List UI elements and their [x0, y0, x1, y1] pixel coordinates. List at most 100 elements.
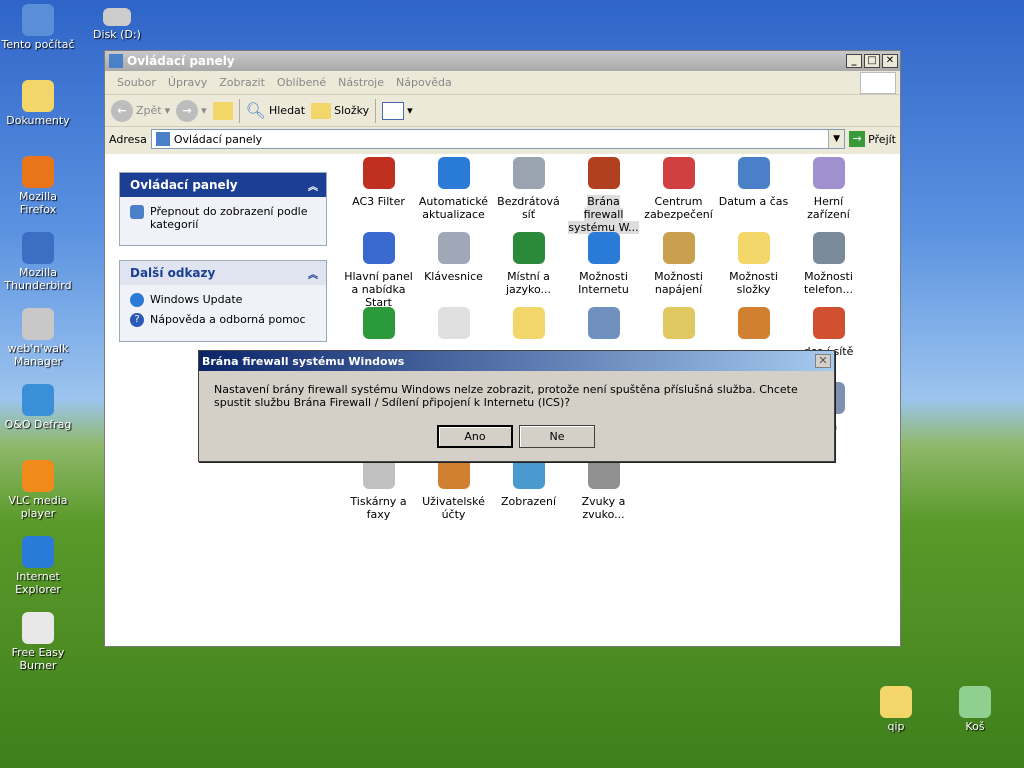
menu-file[interactable]: Soubor	[111, 76, 162, 89]
folders-button[interactable]: Složky	[311, 102, 369, 119]
control-panel-window: Ovládací panely _ □ ✕ Soubor Úpravy Zobraz…	[104, 50, 901, 647]
folders-icon	[311, 102, 332, 119]
window-title: Ovládací panely	[127, 54, 235, 68]
control-panel-item[interactable]	[716, 307, 791, 345]
control-panel-item[interactable]: Zvuky a zvuko...	[566, 457, 641, 521]
control-panel-item[interactable]: Klávesnice	[416, 232, 491, 283]
applet-icon	[437, 232, 470, 264]
desktop-icon[interactable]: Mozilla Firefox	[0, 156, 76, 216]
applet-icon	[437, 307, 470, 339]
panel-header[interactable]: Ovládací panely ︽	[120, 173, 326, 197]
title-bar[interactable]: Ovládací panely _ □ ✕	[105, 51, 900, 71]
control-panel-item[interactable]: AC3 Filter	[341, 157, 416, 208]
control-panel-item[interactable]: Možnosti složky	[716, 232, 791, 296]
control-panel-item[interactable]: Možnosti telefon...	[791, 232, 866, 296]
desktop-icon[interactable]: Dokumenty	[0, 80, 76, 127]
forward-button[interactable]: → ▾	[176, 99, 207, 122]
control-panel-icon	[109, 54, 123, 68]
collapse-icon[interactable]: ︽	[308, 178, 318, 193]
applet-icon	[812, 157, 845, 189]
applet-icon	[812, 232, 845, 264]
go-button[interactable]: → Přejít	[849, 131, 896, 147]
control-panel-item[interactable]	[416, 307, 491, 345]
desktop-app-icon	[22, 384, 54, 416]
no-button[interactable]: Ne	[519, 425, 595, 448]
desktop-icon[interactable]: qip	[858, 686, 934, 733]
control-panel-item[interactable]	[566, 307, 641, 345]
applet-icon	[587, 157, 620, 189]
back-button[interactable]: ← Zpět ▾	[111, 99, 170, 122]
help-support-link[interactable]: ? Nápověda a odborná pomoc	[130, 313, 316, 327]
back-arrow-icon: ←	[111, 99, 133, 122]
control-panel-item[interactable]: Bezdrátová síť	[491, 157, 566, 221]
other-links-panel: Další odkazy ︽ Windows Update ? Nápověda a…	[119, 260, 327, 342]
applet-icon	[662, 307, 695, 339]
desktop-app-icon	[22, 232, 54, 264]
control-panel-item[interactable]	[491, 307, 566, 345]
control-panel-item[interactable]: Uživatelské účty	[416, 457, 491, 521]
desktop-icon[interactable]: Koš	[937, 686, 1013, 733]
address-dropdown-button[interactable]: ▼	[828, 130, 845, 148]
desktop-icon[interactable]: VLC media player	[0, 460, 76, 520]
applet-icon	[512, 157, 545, 189]
menu-edit[interactable]: Úpravy	[162, 76, 213, 89]
menu-favorites[interactable]: Oblíbené	[271, 76, 332, 89]
menu-view[interactable]: Zobrazit	[213, 76, 271, 89]
control-panel-item[interactable]: Tiskárny a faxy	[341, 457, 416, 521]
desktop-icon-disk[interactable]: Disk (D:)	[79, 8, 155, 41]
applet-icon	[662, 232, 695, 264]
maximize-button[interactable]: □	[864, 54, 880, 68]
up-folder-button[interactable]	[212, 101, 233, 120]
menu-tools[interactable]: Nástroje	[332, 76, 390, 89]
applet-icon	[737, 232, 770, 264]
control-panel-item[interactable]	[341, 307, 416, 345]
desktop-icon[interactable]: O&O Defrag	[0, 384, 76, 431]
minimize-button[interactable]: _	[846, 54, 862, 68]
close-button[interactable]: ✕	[882, 54, 898, 68]
panel-header[interactable]: Další odkazy ︽	[120, 261, 326, 285]
desktop-app-icon	[22, 612, 54, 644]
control-panel-item[interactable]: Automatické aktualizace	[416, 157, 491, 221]
search-icon: 🔍︎	[245, 101, 266, 120]
toolbar: ← Zpět ▾ → ▾ 🔍︎ Hledat Složky ▾	[105, 95, 900, 127]
control-panel-item[interactable]: Zobrazení	[491, 457, 566, 508]
control-panel-item[interactable]: Možnosti Internetu	[566, 232, 641, 296]
applet-icon	[512, 232, 545, 264]
views-button[interactable]: ▾	[382, 101, 413, 120]
yes-button[interactable]: Ano	[437, 425, 513, 448]
desktop-app-icon	[959, 686, 991, 718]
desktop-app-icon	[22, 308, 54, 340]
desktop-icon[interactable]: Tento počítač	[0, 4, 76, 51]
control-panel-item[interactable]: Možnosti napájení	[641, 232, 716, 296]
address-input[interactable]: Ovládací panely ▼	[150, 129, 846, 149]
control-panel-item[interactable]	[641, 307, 716, 345]
desktop-app-icon	[22, 80, 54, 112]
applet-icon	[662, 157, 695, 189]
dialog-message: Nastavení brány firewall systému Windows…	[214, 383, 798, 409]
desktop-app-icon	[22, 4, 54, 36]
applet-icon	[737, 157, 770, 189]
windows-update-icon	[130, 293, 144, 307]
dialog-close-button[interactable]: ✕	[815, 354, 831, 368]
firewall-dialog: Brána firewall systému Windows ✕ Nastaven…	[198, 350, 835, 462]
control-panel-item[interactable]: Datum a čas	[716, 157, 791, 208]
control-panel-item[interactable]: Centrum zabezpečení	[641, 157, 716, 221]
category-view-icon	[130, 205, 144, 219]
control-panel-item[interactable]: Místní a jazyko...	[491, 232, 566, 296]
applet-icon	[362, 157, 395, 189]
collapse-icon[interactable]: ︽	[308, 266, 318, 281]
desktop-icon[interactable]: Internet Explorer	[0, 536, 76, 596]
desktop-app-icon	[22, 536, 54, 568]
dialog-title-bar[interactable]: Brána firewall systému Windows ✕	[199, 351, 834, 371]
desktop-icon[interactable]: Mozilla Thunderbird	[0, 232, 76, 292]
menu-help[interactable]: Nápověda	[390, 76, 458, 89]
control-panel-panel: Ovládací panely ︽ Přepnout do zobrazení p…	[119, 172, 327, 246]
control-panel-item[interactable]: Herní zařízení	[791, 157, 866, 221]
desktop-icon[interactable]: web'n'walk Manager	[0, 308, 76, 368]
windows-update-link[interactable]: Windows Update	[130, 293, 316, 307]
control-panel-item[interactable]: Brána firewall systému W...	[566, 157, 641, 234]
search-button[interactable]: 🔍︎ Hledat	[246, 101, 305, 120]
control-panel-item[interactable]: Hlavní panel a nabídka Start	[341, 232, 416, 309]
switch-category-view-link[interactable]: Přepnout do zobrazení podle kategorií	[130, 205, 316, 231]
desktop-icon[interactable]: Free Easy Burner	[0, 612, 76, 672]
